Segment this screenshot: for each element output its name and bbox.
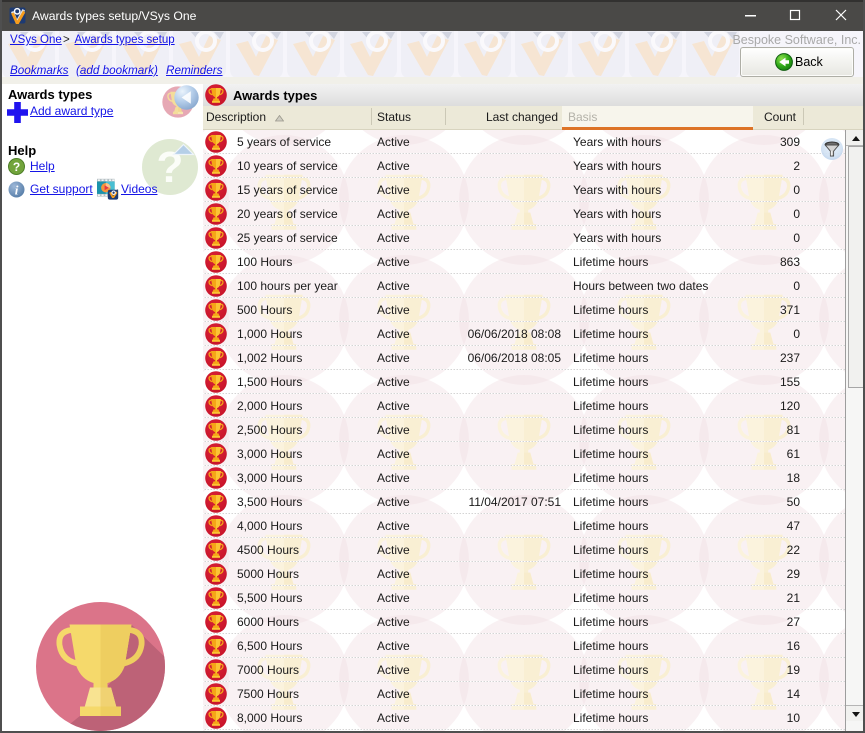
svg-text:?: ? xyxy=(13,160,20,174)
svg-text:i: i xyxy=(15,183,19,198)
